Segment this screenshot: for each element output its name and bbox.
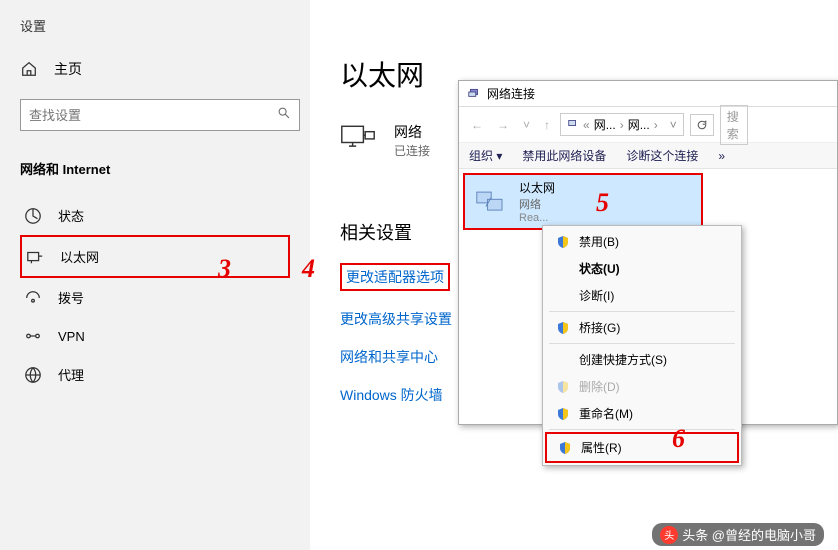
network-status: 已连接: [394, 142, 430, 159]
ethernet-adapter-item[interactable]: 以太网 网络 Rea...: [463, 173, 703, 230]
window-title: 网络连接: [487, 85, 535, 102]
address-bar[interactable]: « 网... › 网... › ˅: [560, 113, 684, 136]
category-title: 网络和 Internet: [20, 159, 290, 178]
dialup-icon: [24, 289, 42, 307]
ctx-shortcut[interactable]: 创建快捷方式(S): [545, 346, 739, 373]
ctx-rename[interactable]: 重命名(M): [545, 400, 739, 427]
settings-title: 设置: [20, 16, 290, 35]
sidebar-item-ethernet[interactable]: 以太网: [20, 235, 290, 278]
up-button[interactable]: ↑: [540, 116, 554, 134]
nav-label: 以太网: [60, 247, 99, 266]
folder-icon: [567, 117, 579, 132]
watermark-icon: 头: [660, 526, 678, 544]
nav-label: 代理: [58, 365, 84, 384]
search-icon: [277, 106, 291, 125]
adapter-device: Rea...: [519, 212, 555, 224]
nav-label: 拨号: [58, 288, 84, 307]
organize-menu[interactable]: 组织 ▾: [469, 147, 502, 164]
link-adapter-options[interactable]: 更改适配器选项: [340, 263, 450, 291]
separator: [549, 311, 735, 312]
annotation-3: 3: [218, 254, 231, 284]
home-link[interactable]: 主页: [20, 59, 290, 79]
sidebar-item-status[interactable]: 状态: [20, 196, 290, 235]
ctx-diagnose[interactable]: 诊断(I): [545, 282, 739, 309]
separator: [549, 429, 735, 430]
adapter-icon: [475, 187, 511, 217]
diagnose-button[interactable]: 诊断这个连接: [626, 147, 698, 164]
context-menu: 禁用(B) 状态(U) 诊断(I) 桥接(G) 创建快捷方式(S) 删除(D) …: [542, 225, 742, 466]
adapter-network: 网络: [519, 196, 555, 212]
separator: [549, 343, 735, 344]
proxy-icon: [24, 366, 42, 384]
ctx-bridge[interactable]: 桥接(G): [545, 314, 739, 341]
recent-dropdown[interactable]: ˅: [519, 116, 534, 134]
ethernet-icon: [26, 248, 44, 266]
search-input[interactable]: [20, 99, 300, 131]
settings-sidebar: 设置 主页 网络和 Internet 状态 以太网 拨号 VPN 代理: [0, 0, 310, 550]
explorer-toolbar: 组织 ▾ 禁用此网络设备 诊断这个连接 »: [459, 143, 837, 169]
explorer-search[interactable]: 搜索: [720, 105, 748, 145]
ctx-properties[interactable]: 属性(R): [545, 432, 739, 463]
crumb-2[interactable]: 网...: [628, 116, 650, 133]
back-button[interactable]: ←: [467, 116, 487, 134]
monitor-icon: [340, 124, 376, 157]
folder-icon: [467, 85, 481, 102]
annotation-4: 4: [302, 254, 315, 284]
sidebar-item-dialup[interactable]: 拨号: [20, 278, 290, 317]
search-field[interactable]: [29, 108, 277, 123]
network-name: 网络: [394, 122, 430, 142]
home-icon: [20, 60, 38, 78]
annotation-6: 6: [672, 424, 685, 454]
ctx-delete: 删除(D): [545, 373, 739, 400]
annotation-5: 5: [596, 188, 609, 218]
forward-button[interactable]: →: [493, 116, 513, 134]
vpn-icon: [24, 327, 42, 345]
status-icon: [24, 207, 42, 225]
window-titlebar[interactable]: 网络连接: [459, 81, 837, 107]
disable-device-button[interactable]: 禁用此网络设备: [522, 147, 606, 164]
home-label: 主页: [54, 59, 82, 79]
watermark: 头 头条 @曾经的电脑小哥: [652, 523, 824, 546]
ctx-disable[interactable]: 禁用(B): [545, 228, 739, 255]
chevron-down-icon[interactable]: ˅: [670, 118, 677, 132]
refresh-button[interactable]: [690, 114, 714, 136]
explorer-navbar: ← → ˅ ↑ « 网... › 网... › ˅ 搜索: [459, 107, 837, 143]
crumb-1[interactable]: 网...: [594, 116, 616, 133]
ctx-status[interactable]: 状态(U): [545, 255, 739, 282]
sidebar-item-proxy[interactable]: 代理: [20, 355, 290, 394]
nav-label: 状态: [58, 206, 84, 225]
sidebar-item-vpn[interactable]: VPN: [20, 317, 290, 355]
more-button[interactable]: »: [718, 149, 725, 163]
nav-label: VPN: [58, 329, 85, 344]
adapter-name: 以太网: [519, 179, 555, 196]
watermark-text: 头条 @曾经的电脑小哥: [682, 525, 816, 544]
